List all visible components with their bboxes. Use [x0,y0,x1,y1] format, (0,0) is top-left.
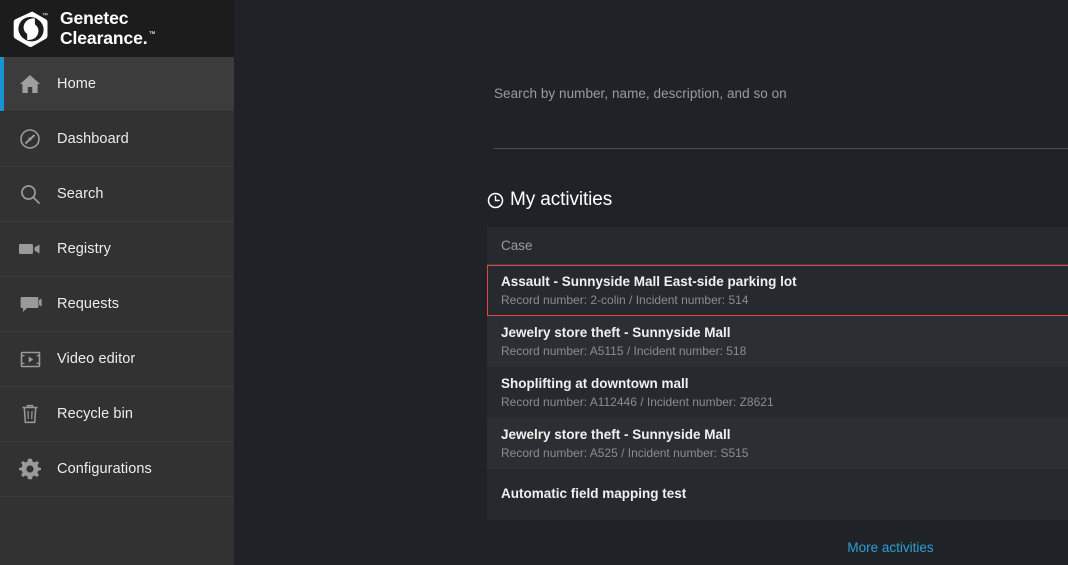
home-icon [15,74,45,94]
sidebar-item-label: Recycle bin [57,406,134,422]
sidebar-item-label: Dashboard [57,131,129,147]
table-row[interactable]: Jewelry store theft - Sunnyside Mall Rec… [487,418,1068,469]
sidebar-item-configurations[interactable]: Configurations [0,442,234,497]
row-case-title: Shoplifting at downtown mall [501,376,689,391]
sidebar-item-dashboard[interactable]: Dashboard [0,112,234,167]
row-case-title: Assault - Sunnyside Mall East-side parki… [501,274,797,289]
row-case-info: Jewelry store theft - Sunnyside Mall Rec… [501,324,746,359]
brand-title-line2: Clearance.™ [60,27,156,48]
row-case-subtitle: Record number: A525 / Incident number: S… [501,446,749,460]
trademark-mark: ™ [148,31,156,39]
table-row[interactable]: Automatic field mapping test 1 month ago… [487,469,1068,520]
sidebar: ™ Genetec Clearance.™ Home Dashboard Sea… [0,0,234,565]
main-content: Search by number, name, description, and… [234,0,1068,565]
svg-text:™: ™ [42,12,48,19]
search-icon [15,183,45,205]
page-title-text: My activities [510,189,613,210]
gauge-icon [15,128,45,150]
sidebar-item-requests[interactable]: Requests [0,277,234,332]
gear-icon [15,457,45,481]
search-input[interactable] [494,75,1068,147]
row-case-info: Assault - Sunnyside Mall East-side parki… [501,273,797,308]
row-case-subtitle: Record number: 2-colin / Incident number… [501,293,749,307]
brand-title-line1: Genetec [60,8,129,29]
sidebar-item-registry[interactable]: Registry [0,222,234,277]
row-case-title: Automatic field mapping test [501,486,687,501]
column-header-case: Case [501,238,533,253]
sidebar-item-recycle-bin[interactable]: Recycle bin [0,387,234,442]
genetec-hexagon-logo-icon: ™ [13,10,49,48]
sidebar-item-home[interactable]: Home [0,57,234,112]
table-header-row: Case Last update [487,227,1068,265]
chat-video-icon [15,295,45,314]
row-case-info: Shoplifting at downtown mall Record numb… [501,375,774,410]
row-case-info: Automatic field mapping test [501,485,686,504]
row-case-title: Jewelry store theft - Sunnyside Mall [501,325,731,340]
sidebar-nav: Home Dashboard Search Registry Requests … [0,57,234,565]
page-title: My activities [487,189,612,211]
sidebar-item-label: Registry [57,241,111,257]
sidebar-item-video-editor[interactable]: Video editor [0,332,234,387]
brand-header: ™ Genetec Clearance.™ [0,0,234,57]
sidebar-item-label: Home [57,76,97,92]
sidebar-item-label: Video editor [57,351,136,367]
sidebar-item-label: Requests [57,296,120,312]
film-play-icon [15,350,45,369]
trash-icon [15,403,45,425]
activities-table: Case Last update Assault - Sunnyside Mal… [487,227,1068,520]
row-case-subtitle: Record number: A5115 / Incident number: … [501,344,747,358]
more-activities-link[interactable]: More activities [487,540,1068,555]
video-camera-icon [15,241,45,257]
search-underline [494,148,1068,149]
table-row[interactable]: Jewelry store theft - Sunnyside Mall Rec… [487,316,1068,367]
row-case-subtitle: Record number: A112446 / Incident number… [501,395,774,409]
sidebar-item-label: Search [57,186,104,202]
clock-icon [487,192,504,209]
table-row[interactable]: Assault - Sunnyside Mall East-side parki… [487,265,1068,316]
row-case-title: Jewelry store theft - Sunnyside Mall [501,427,731,442]
sidebar-item-label: Configurations [57,461,152,477]
app-root: ™ Genetec Clearance.™ Home Dashboard Sea… [0,0,1068,565]
brand-title: Genetec Clearance.™ [60,8,156,48]
sidebar-item-search[interactable]: Search [0,167,234,222]
sidebar-filler [0,497,234,565]
table-row[interactable]: Shoplifting at downtown mall Record numb… [487,367,1068,418]
row-case-info: Jewelry store theft - Sunnyside Mall Rec… [501,426,748,461]
global-search-bar: Search by number, name, description, and… [494,75,1068,149]
activities-header: My activities Create a case [487,183,1068,217]
